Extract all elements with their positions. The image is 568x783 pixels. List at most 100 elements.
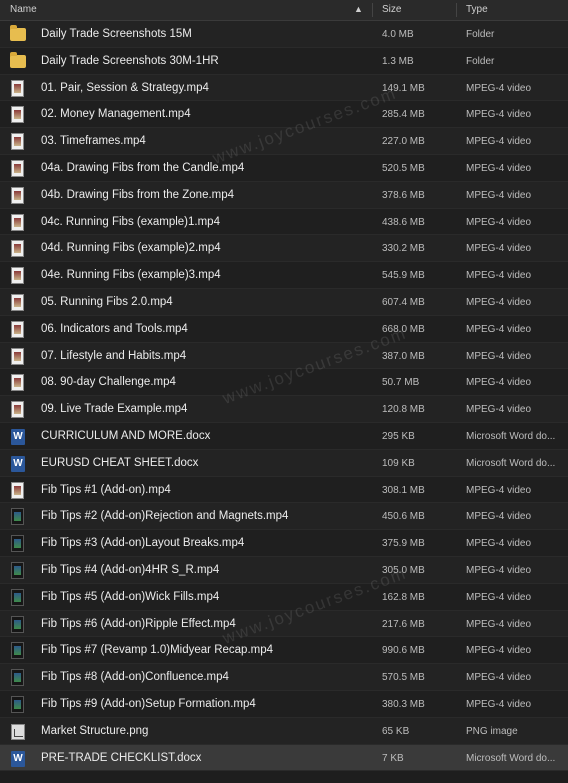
file-type: MPEG-4 video [466,296,532,308]
file-row[interactable]: 03. Timeframes.mp4 227.0 MB MPEG-4 video [0,128,568,155]
file-row[interactable]: Daily Trade Screenshots 30M-1HR 1.3 MB Fol… [0,47,568,75]
file-type: MPEG-4 video [466,270,532,282]
file-type: MPEG-4 video [466,189,532,201]
word-doc-icon: W [11,455,25,472]
file-size: 545.9 MB [382,270,425,282]
file-name: 03. Timeframes.mp4 [41,135,146,148]
file-name: 04b. Drawing Fibs from the Zone.mp4 [41,188,235,201]
video-file-icon [11,669,24,687]
file-row[interactable]: 05. Running Fibs 2.0.mp4 607.4 MB MPEG-4 v… [0,288,568,316]
file-size: 308.1 MB [382,484,425,496]
video-file-icon [11,213,24,231]
video-file-icon [11,186,24,204]
file-type: Microsoft Word do... [466,457,556,469]
video-file-icon [11,320,24,338]
file-size: 149.1 MB [382,82,425,94]
video-file-icon [11,240,24,258]
file-type: Microsoft Word do... [466,430,556,442]
video-file-icon [11,347,24,365]
file-size: 120.8 MB [382,404,425,416]
file-row[interactable]: Fib Tips #1 (Add-on).mp4 308.1 MB MPEG-4 v… [0,476,568,504]
column-divider[interactable] [456,3,457,17]
file-row[interactable]: Fib Tips #5 (Add-on)Wick Fills.mp4 162.8 … [0,583,568,611]
file-type: PNG image [466,725,518,737]
video-file-icon [11,79,24,97]
file-type: MPEG-4 video [466,511,532,523]
file-row[interactable]: 01. Pair, Session & Strategy.mp4 149.1 MB… [0,74,568,102]
file-type: MPEG-4 video [466,82,532,94]
file-size: 65 KB [382,725,410,737]
file-type: Folder [466,55,495,67]
file-name: 08. 90-day Challenge.mp4 [41,376,176,389]
column-name-header[interactable]: Name [10,4,37,15]
file-row[interactable]: 04e. Running Fibs (example)3.mp4 545.9 MB… [0,262,568,289]
file-type: MPEG-4 video [466,698,532,710]
file-name: Fib Tips #1 (Add-on).mp4 [41,483,171,496]
file-row[interactable]: Daily Trade Screenshots 15M 4.0 MB Folder [0,21,568,48]
file-size: 668.0 MB [382,323,425,335]
file-size: 285.4 MB [382,109,425,121]
column-header: Name ▲ Size Type [0,0,568,21]
file-row[interactable]: Fib Tips #4 (Add-on)4HR S_R.mp4 305.0 MB M… [0,556,568,584]
file-row[interactable]: W PRE-TRADE CHECKLIST.docx 7 KB Microsoft W… [0,744,568,772]
file-name: 05. Running Fibs 2.0.mp4 [41,295,173,308]
video-file-icon [11,293,24,311]
file-name: 04a. Drawing Fibs from the Candle.mp4 [41,161,245,174]
file-name: 06. Indicators and Tools.mp4 [41,322,188,335]
file-row[interactable]: Fib Tips #3 (Add-on)Layout Breaks.mp4 375… [0,530,568,557]
file-type: MPEG-4 video [466,672,532,684]
video-file-icon [11,615,24,633]
file-type: Folder [466,29,495,40]
file-row[interactable]: Fib Tips #2 (Add-on)Rejection and Magnet… [0,503,568,531]
file-row[interactable]: 06. Indicators and Tools.mp4 668.0 MB MPEG… [0,315,568,343]
file-size: 1.3 MB [382,55,414,67]
file-row[interactable]: Fib Tips #9 (Add-on)Setup Formation.mp4 3… [0,690,568,718]
file-type: MPEG-4 video [466,377,532,389]
file-row[interactable]: 04a. Drawing Fibs from the Candle.mp4 520… [0,154,568,182]
file-type: MPEG-4 video [466,591,532,603]
file-type: MPEG-4 video [466,216,532,228]
file-row[interactable]: Market Structure.png 65 KB PNG image [0,717,568,745]
file-name: Fib Tips #9 (Add-on)Setup Formation.mp4 [41,697,256,710]
video-file-icon [11,642,24,660]
file-type: MPEG-4 video [466,484,532,496]
video-file-icon [11,106,24,124]
file-size: 378.6 MB [382,189,425,201]
file-name: 02. Money Management.mp4 [41,108,191,121]
file-name: 04e. Running Fibs (example)3.mp4 [41,269,221,282]
sort-ascending-icon[interactable]: ▲ [354,4,363,14]
file-size: 375.9 MB [382,538,425,550]
file-type: MPEG-4 video [466,350,532,362]
file-row[interactable]: 08. 90-day Challenge.mp4 50.7 MB MPEG-4 vi… [0,369,568,397]
video-file-icon [11,133,24,151]
file-row[interactable]: 09. Live Trade Example.mp4 120.8 MB MPEG-4… [0,396,568,423]
folder-icon [10,51,26,68]
file-row[interactable]: W EURUSD CHEAT SHEET.docx 109 KB Microsoft … [0,449,568,477]
file-size: 305.0 MB [382,564,425,576]
file-size: 7 KB [382,752,404,764]
file-size: 520.5 MB [382,162,425,174]
file-row[interactable]: Fib Tips #7 (Revamp 1.0)Midyear Recap.mp… [0,637,568,665]
file-type: MPEG-4 video [466,645,532,657]
file-row[interactable]: Fib Tips #8 (Add-on)Confluence.mp4 570.5 … [0,664,568,691]
file-size: 438.6 MB [382,216,425,228]
file-size: 227.0 MB [382,136,425,148]
file-row[interactable]: 04c. Running Fibs (example)1.mp4 438.6 MB… [0,208,568,236]
column-divider[interactable] [372,3,373,17]
file-row[interactable]: W CURRICULUM AND MORE.docx 295 KB Microsoft… [0,422,568,450]
video-file-icon [11,401,24,419]
column-type-header[interactable]: Type [466,4,488,15]
file-name: Fib Tips #3 (Add-on)Layout Breaks.mp4 [41,537,245,550]
file-row[interactable]: Fib Tips #6 (Add-on)Ripple Effect.mp4 217… [0,610,568,638]
file-type: MPEG-4 video [466,538,532,550]
file-row[interactable]: 07. Lifestyle and Habits.mp4 387.0 MB MPEG… [0,342,568,370]
column-size-header[interactable]: Size [382,4,401,15]
video-file-icon [11,561,24,579]
file-name: Fib Tips #7 (Revamp 1.0)Midyear Recap.mp… [41,644,274,657]
file-row[interactable]: 04d. Running Fibs (example)2.mp4 330.2 MB… [0,235,568,263]
file-size: 330.2 MB [382,243,425,255]
file-row[interactable]: 02. Money Management.mp4 285.4 MB MPEG-4 v… [0,101,568,129]
file-type: MPEG-4 video [466,109,532,121]
file-name: EURUSD CHEAT SHEET.docx [41,456,199,469]
file-row[interactable]: 04b. Drawing Fibs from the Zone.mp4 378.6… [0,181,568,209]
